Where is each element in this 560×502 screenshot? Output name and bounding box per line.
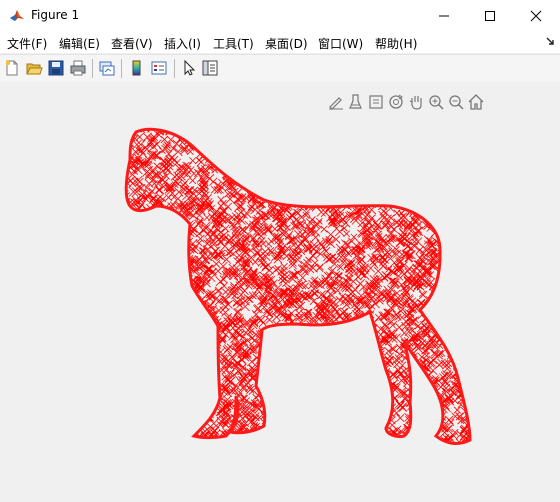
insert-legend-icon[interactable] — [150, 59, 168, 77]
minimize-icon — [439, 15, 449, 17]
menu-view[interactable]: 查看(V) — [111, 35, 153, 52]
toolbar-separator — [174, 59, 175, 78]
minimize-button[interactable] — [421, 0, 467, 31]
title-bar: Figure 1 — [0, 0, 560, 31]
data-tips-icon[interactable] — [367, 93, 385, 111]
rotate-3d-icon[interactable] — [387, 93, 405, 111]
new-figure-icon[interactable] — [3, 59, 21, 77]
property-inspector-icon[interactable] — [201, 59, 219, 77]
open-file-icon[interactable] — [25, 59, 43, 77]
save-icon[interactable] — [47, 59, 65, 77]
window-title: Figure 1 — [31, 8, 80, 22]
maximize-icon — [485, 11, 495, 21]
insert-colorbar-icon[interactable] — [128, 59, 146, 77]
toolbar-separator — [121, 59, 122, 78]
toolbar-separator — [92, 59, 93, 78]
menu-edit[interactable]: 编辑(E) — [59, 35, 100, 52]
matlab-logo-icon — [9, 7, 25, 23]
maximize-button[interactable] — [467, 0, 513, 31]
scatter-markers — [126, 129, 470, 444]
horse-point-cloud-plot — [124, 127, 472, 445]
zoom-out-icon[interactable] — [447, 93, 465, 111]
brush-icon[interactable] — [347, 93, 365, 111]
menu-help[interactable]: 帮助(H) — [375, 35, 417, 52]
zoom-in-icon[interactable] — [427, 93, 445, 111]
close-icon — [530, 10, 542, 22]
edit-plot-icon[interactable] — [327, 93, 345, 111]
menu-tools[interactable]: 工具(T) — [213, 35, 254, 52]
dock-arrow-icon[interactable] — [546, 37, 555, 46]
menu-bar: 文件(F) 编辑(E) 查看(V) 插入(I) 工具(T) 桌面(D) 窗口(W… — [0, 31, 560, 53]
pan-icon[interactable] — [407, 93, 425, 111]
figure-toolbar — [0, 54, 560, 83]
x-marker-series — [126, 129, 470, 444]
menu-window[interactable]: 窗口(W) — [318, 35, 363, 52]
menu-desktop[interactable]: 桌面(D) — [265, 35, 308, 52]
pointer-icon[interactable] — [180, 59, 198, 77]
link-plot-icon[interactable] — [98, 59, 116, 77]
menu-file[interactable]: 文件(F) — [7, 35, 47, 52]
close-button[interactable] — [513, 0, 559, 31]
home-icon[interactable] — [467, 93, 485, 111]
menu-insert[interactable]: 插入(I) — [164, 35, 201, 52]
print-icon[interactable] — [69, 59, 87, 77]
